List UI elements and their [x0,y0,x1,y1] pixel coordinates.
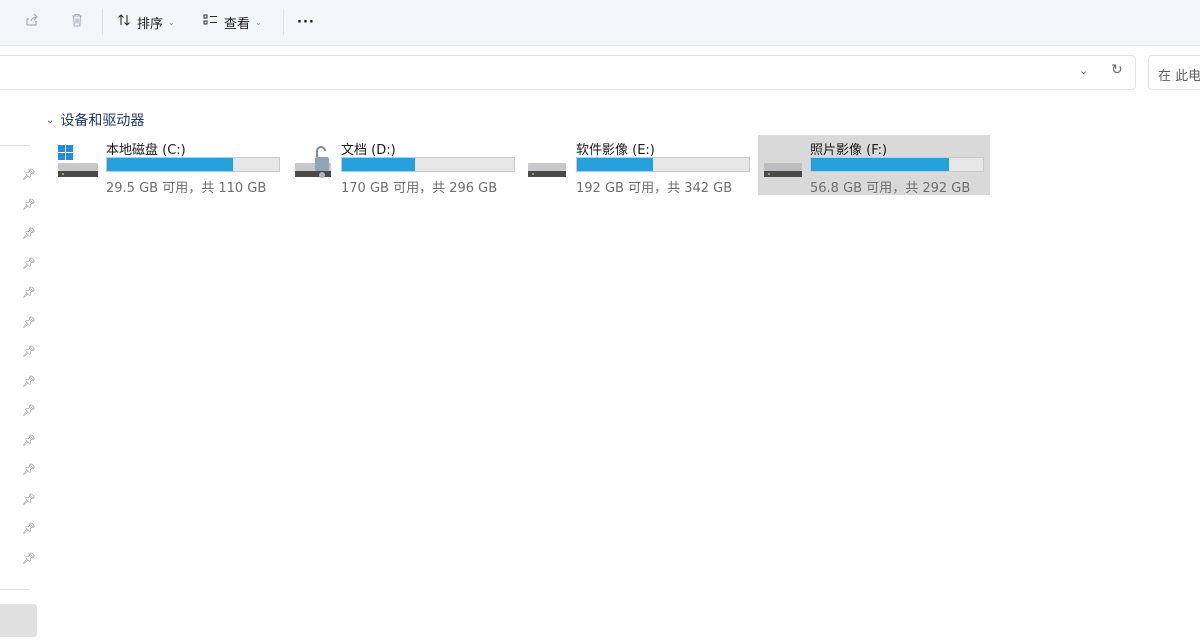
address-strip: ⌄ ↻ 在 此电 [0,47,1200,97]
capacity-bar [106,157,280,172]
nav-divider [0,145,30,146]
sort-button[interactable]: 排序 ⌄ [117,8,175,36]
view-label: 查看 [224,16,251,32]
pin-icon[interactable]: 📌︎ [22,493,36,506]
nav-divider [0,589,30,590]
drive-free-space: 56.8 GB 可用，共 292 GB [810,181,971,196]
pin-icon[interactable]: 📌︎ [22,316,36,329]
pin-icon[interactable]: 📌︎ [22,198,36,211]
capacity-bar-fill [577,158,653,171]
more-icon: ··· [297,14,315,30]
drive-free-space: 192 GB 可用，共 342 GB [576,181,733,196]
pin-icon[interactable]: 📌︎ [22,257,36,270]
drive-tile-f[interactable]: 照片影像 (F:) 56.8 GB 可用，共 292 GB [758,135,990,196]
drive-tile-e[interactable]: 软件影像 (E:) 192 GB 可用，共 342 GB [524,135,756,196]
capacity-bar [341,157,515,172]
toolbar-divider [283,9,284,35]
chevron-down-icon: ⌄ [255,17,262,27]
capacity-bar-fill [811,158,950,171]
sort-icon [117,13,131,31]
drive-free-space: 29.5 GB 可用，共 110 GB [106,181,267,196]
pin-icon[interactable]: 📌︎ [22,345,36,358]
capacity-bar-fill [342,158,416,171]
navigation-pane: 📌︎ 📌︎ 📌︎ 📌︎ 📌︎ 📌︎ 📌︎ 📌︎ 📌︎ 📌︎ 📌︎ 📌︎ 📌︎ 📌… [0,97,38,644]
pin-icon[interactable]: 📌︎ [22,168,36,181]
chevron-down-icon: ⌄ [46,114,55,126]
view-button[interactable]: 查看 ⌄ [203,8,262,36]
windows-drive-icon [54,145,98,181]
pin-icon[interactable]: 📌︎ [22,552,36,565]
more-options-button[interactable]: ··· [297,8,315,36]
pin-icon[interactable]: 📌︎ [22,522,36,535]
capacity-bar-fill [107,158,233,171]
drive-icon [758,145,802,181]
section-devices-drives[interactable]: ⌄ 设备和驱动器 [46,110,144,130]
refresh-icon[interactable]: ↻ [1111,62,1123,78]
pin-icon[interactable]: 📌︎ [22,227,36,240]
chevron-down-icon: ⌄ [168,17,175,27]
search-box[interactable]: 在 此电 [1148,55,1200,90]
drive-icon [524,145,568,181]
pin-icon[interactable]: 📌︎ [22,375,36,388]
pin-icon[interactable]: 📌︎ [22,434,36,447]
locked-drive-icon [289,145,333,181]
address-bar[interactable] [0,55,1136,90]
capacity-bar [810,157,984,172]
share-icon [24,12,40,32]
sort-label: 排序 [137,16,164,32]
drive-free-space: 170 GB 可用，共 296 GB [341,181,498,196]
pin-icon[interactable]: 📌︎ [22,463,36,476]
drive-name: 文档 (D:) [341,143,396,158]
view-icon [203,13,218,31]
delete-icon [69,12,85,32]
delete-button[interactable] [69,8,85,36]
pin-icon[interactable]: 📌︎ [22,404,36,417]
drive-tile-c[interactable]: 本地磁盘 (C:) 29.5 GB 可用，共 110 GB [54,135,286,196]
section-title: 设备和驱动器 [60,113,145,129]
command-bar: 排序 ⌄ 查看 ⌄ ··· [0,0,1200,46]
toolbar-divider [102,9,103,35]
nav-item-this-pc[interactable] [0,604,37,637]
drive-tile-d[interactable]: 文档 (D:) 170 GB 可用，共 296 GB [289,135,521,196]
chevron-down-icon[interactable]: ⌄ [1079,64,1088,77]
share-button[interactable] [24,8,40,36]
content-area: ⌄ 设备和驱动器 本地磁盘 (C:) 29.5 GB 可用，共 110 GB 文… [40,97,1200,644]
search-placeholder: 在 此电 [1158,69,1200,84]
drive-name: 软件影像 (E:) [576,143,655,158]
drive-name: 照片影像 (F:) [810,143,888,158]
drive-name: 本地磁盘 (C:) [106,143,186,158]
pin-icon[interactable]: 📌︎ [22,286,36,299]
capacity-bar [576,157,750,172]
